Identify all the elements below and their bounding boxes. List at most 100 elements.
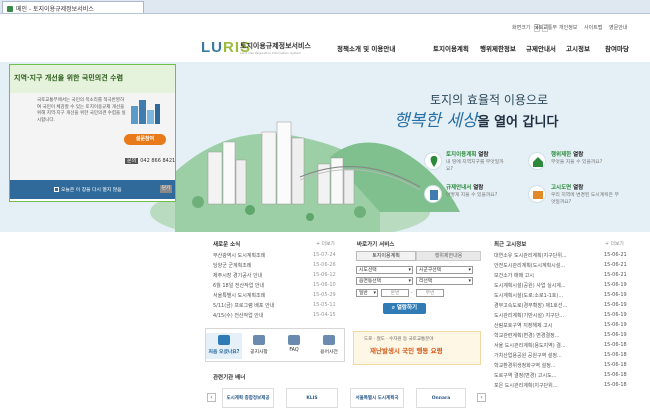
list-item[interactable]: 경부고속도로(경부확장) 제1호선... bbox=[494, 302, 567, 309]
list-item[interactable]: 부산광역시 도시계획조례 15-07-24 bbox=[213, 252, 338, 259]
popup-close-button[interactable]: 닫기 bbox=[160, 185, 172, 193]
ri-select[interactable]: 리선택 bbox=[416, 277, 473, 285]
list-item[interactable]: 서울특별시 도시계획조례 15-05-29 bbox=[213, 292, 338, 299]
notice-text: 산림보호구역 지정해제 고시 bbox=[494, 323, 553, 329]
util-link-english[interactable]: 영문안내 bbox=[609, 24, 627, 31]
list-item[interactable]: 4/15(수) 전산작업 안내 15-04-15 bbox=[213, 312, 338, 319]
related-banner-title: 관련기관 배너 bbox=[213, 375, 246, 381]
list-item[interactable]: 대연소유 도시관리계획(지구단위... bbox=[494, 252, 567, 259]
service-desc: 무엇을 지을 수 있을까요? bbox=[551, 160, 603, 165]
notice-date: 15-06-18 bbox=[604, 342, 627, 348]
service-desc: 우리 지역에 변경된 도시계획은 무엇일까요? bbox=[551, 193, 619, 205]
news-more-link[interactable]: + 더보기 bbox=[316, 240, 335, 247]
quick-menu-first-visit[interactable]: 처음 오셨나요? bbox=[206, 333, 242, 359]
notice-date: 15-06-21 bbox=[604, 262, 627, 268]
quick-menu-label: 공지사항 bbox=[250, 350, 268, 355]
sido-select[interactable]: 시도선택 bbox=[356, 266, 413, 274]
banner-urban-planning[interactable]: 도시계획 종합정보제공 bbox=[222, 388, 274, 408]
service-notice-map[interactable]: 고시도면 열람 우리 지역에 변경된 도시계획은 무엇일까요? bbox=[551, 185, 619, 206]
sigungu-select[interactable]: 시군구선택 bbox=[416, 266, 473, 274]
quick-menu-faq[interactable]: FAQ bbox=[276, 333, 312, 359]
list-item[interactable]: 가치산업용공원 공원구역 설정... bbox=[494, 352, 562, 359]
disaster-guide-banner[interactable]: 도로 · 철도 · 수자원 등 국토교통분야 재난발생시 국민 행동 요령 bbox=[353, 331, 481, 365]
banner-onnara[interactable]: Onnara bbox=[416, 388, 466, 408]
gnb-policy[interactable]: 정책소개 및 이용안내 bbox=[337, 43, 395, 53]
news-item-text: 제주시장 경기공사 안내 bbox=[213, 273, 263, 279]
service-land-use-plan[interactable]: 토지이용계획 열람 내 땅에 지역지구를 무엇일까요? bbox=[446, 152, 508, 173]
list-item[interactable]: 학교환경위생정화구역 설정... bbox=[494, 362, 556, 369]
site-logo[interactable]: LURIS 토지이용규제정보서비스 Land Use Regulation In… bbox=[201, 39, 351, 61]
popup-phone: 문의 042 866 8421 bbox=[125, 157, 175, 164]
list-item[interactable]: 포은 도시관리계획(지구단위... bbox=[494, 382, 558, 389]
banner-next-arrow[interactable]: › bbox=[477, 393, 486, 402]
notice-date: 15-06-18 bbox=[604, 352, 627, 358]
list-item[interactable]: 학교관련계획(변경) 변경결정... bbox=[494, 332, 559, 339]
lot-type-select[interactable]: 일반 bbox=[356, 289, 378, 297]
browser-tab[interactable]: 메인 - 토지이용규제정보서비스 bbox=[2, 1, 144, 13]
main-lot-input[interactable]: 본번 bbox=[381, 289, 409, 297]
list-item[interactable]: 보건소가 매매 고시 bbox=[494, 272, 534, 279]
service-desc: 내 땅에 지역지구를 무엇일까요? bbox=[446, 160, 504, 172]
notice-text: 학교관련계획(변경) 변경결정... bbox=[494, 333, 560, 339]
service-regulation-guide[interactable]: 규제안내서 열람 어떻게 지을 수 있을까요? bbox=[446, 185, 497, 199]
list-item[interactable]: 도시계획시설(공원) 사업 실시계... bbox=[494, 282, 566, 289]
gnb-regulation-guide[interactable]: 규제안내서 bbox=[526, 43, 556, 53]
news-item-text: 당양군 군계획조례 bbox=[213, 263, 252, 269]
service-title: 열람 bbox=[571, 152, 584, 158]
gnb-notice-info[interactable]: 고시정보 bbox=[566, 43, 590, 53]
notices-title: 최근 고시정보 bbox=[494, 242, 527, 248]
news-item-date: 15-06-12 bbox=[313, 272, 336, 278]
list-item[interactable]: 도시관리계획(기반시설) 지구단... bbox=[494, 312, 564, 319]
browser-tab-title: 메인 - 토지이용규제정보서비스 bbox=[16, 6, 94, 13]
gnb-participation[interactable]: 참여마당 bbox=[605, 43, 629, 53]
list-item[interactable]: 도시계획시설(도로:소로1-1호)... bbox=[494, 292, 563, 299]
notice-date: 15-06-19 bbox=[604, 282, 627, 288]
tab-land-use-plan[interactable]: 토지이용계획 bbox=[356, 251, 416, 261]
quick-menu-glossary[interactable]: 용어사전 bbox=[311, 333, 347, 359]
browser-tab-bar: 메인 - 토지이용규제정보서비스 bbox=[0, 0, 650, 14]
news-item-date: 15-04-15 bbox=[313, 312, 336, 318]
banner-prev-arrow[interactable]: ‹ bbox=[207, 393, 216, 402]
list-item[interactable]: 제주시장 경기공사 안내 15-06-12 bbox=[213, 272, 338, 279]
quick-search-title: 바로가기 서비스 bbox=[357, 242, 395, 248]
news-item-date: 15-06-10 bbox=[313, 282, 336, 288]
quick-menu-notice[interactable]: 공지사항 bbox=[241, 333, 277, 359]
util-link-sitemap[interactable]: 사이트맵 bbox=[584, 24, 602, 31]
gnb-land-use-plan[interactable]: 토지이용계획 bbox=[433, 43, 469, 53]
banner-klis[interactable]: KLIS bbox=[286, 388, 338, 408]
notice-text: 도시관리계획(기반시설) 지구단... bbox=[494, 313, 565, 319]
list-item[interactable]: 도로구역 결정(변경) 고시도... bbox=[494, 372, 556, 379]
notice-date: 15-06-19 bbox=[604, 332, 627, 338]
dont-show-today-checkbox[interactable] bbox=[54, 187, 59, 192]
notice-text: 대연소유 도시관리계획(지구단위... bbox=[494, 253, 567, 259]
util-link-privacy[interactable]: 개인정보 bbox=[559, 24, 577, 31]
popup-description: 국토교통부에서는 국민의 목소리를 적극반영하여 국민이 체감할 수 있는 토지… bbox=[37, 98, 126, 123]
view-search-button[interactable]: ⌕ 열람하기 bbox=[383, 303, 426, 314]
notice-date: 15-06-18 bbox=[604, 382, 627, 388]
tab-restriction[interactable]: 행위제한내용 bbox=[416, 251, 481, 261]
list-item[interactable]: 6월 18일 전산작업 안내 15-06-10 bbox=[213, 282, 338, 289]
list-item[interactable]: 안전도시관리계획(도시계획시설... bbox=[494, 262, 565, 269]
news-item-date: 15-05-11 bbox=[313, 302, 336, 308]
service-restriction[interactable]: 행위제한 열람 무엇을 지을 수 있을까요? bbox=[551, 152, 602, 166]
notice-date: 15-06-21 bbox=[604, 272, 627, 278]
service-title-em: 고시도면 bbox=[551, 185, 572, 191]
list-item[interactable]: 산림보호구역 지정해제 고시 bbox=[494, 322, 552, 329]
list-item[interactable]: 5/11(금) 프로그램 배포 안내 15-05-11 bbox=[213, 302, 338, 309]
logo-korean-name: 토지이용규제정보서비스 bbox=[240, 42, 311, 50]
notice-text: 도시계획시설(공원) 사업 실시계... bbox=[494, 283, 566, 289]
news-item-text: 5/11(금) 프로그램 배포 안내 bbox=[213, 303, 275, 309]
sub-lot-input[interactable]: 부번 bbox=[416, 289, 444, 297]
list-item[interactable]: 서울 도시관리계획(용도지역) 결... bbox=[494, 342, 566, 349]
util-link-molit[interactable]: 국토교통부 bbox=[534, 24, 557, 31]
survey-participate-button[interactable]: 설문참여 bbox=[124, 134, 166, 145]
notices-more-link[interactable]: + 더보기 bbox=[605, 240, 624, 247]
survey-illustration bbox=[131, 100, 160, 124]
popup-footer: 오늘은 이 창을 다시 열지 않음 닫기 bbox=[10, 180, 175, 199]
notice-date: 15-06-18 bbox=[604, 362, 627, 368]
notice-date: 15-06-19 bbox=[604, 312, 627, 318]
banner-seoul-urban[interactable]: 서울특별시 도시계획국 bbox=[350, 388, 404, 408]
dong-select[interactable]: 읍면동선택 bbox=[356, 277, 413, 285]
list-item[interactable]: 당양군 군계획조례 15-06-26 bbox=[213, 262, 338, 269]
gnb-restriction-info[interactable]: 행위제한정보 bbox=[480, 43, 516, 53]
